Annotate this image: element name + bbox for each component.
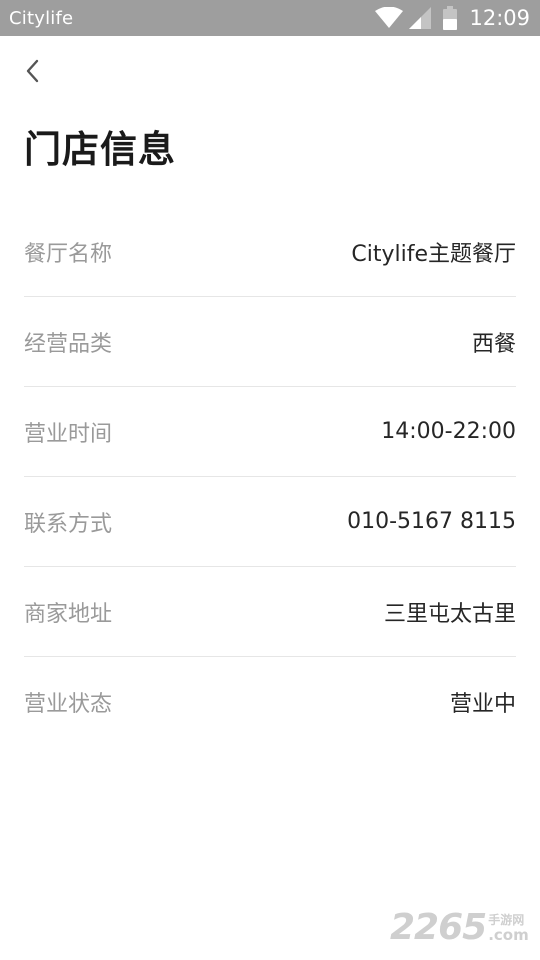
info-value: 营业中 xyxy=(449,692,516,717)
back-button[interactable] xyxy=(14,53,50,89)
status-bar-indicators: 12:09 xyxy=(375,6,530,30)
info-row-business-hours: 营业时间 14:00-22:00 xyxy=(24,387,516,477)
watermark-domain: .com xyxy=(488,926,529,944)
page-title: 门店信息 xyxy=(24,128,176,171)
info-label: 营业时间 xyxy=(24,421,113,447)
watermark-number: 2265 xyxy=(390,907,487,948)
store-info-list: 餐厅名称 Citylife主题餐厅 经营品类 西餐 营业时间 14:00-22:… xyxy=(24,207,516,747)
wifi-icon xyxy=(375,7,404,29)
info-row-restaurant-name: 餐厅名称 Citylife主题餐厅 xyxy=(24,207,516,297)
info-label: 商家地址 xyxy=(24,601,113,627)
info-label: 联系方式 xyxy=(24,511,113,537)
info-label: 营业状态 xyxy=(24,692,113,717)
battery-icon xyxy=(443,6,458,30)
info-row-address: 商家地址 三里屯太古里 xyxy=(24,567,516,657)
info-label: 餐厅名称 xyxy=(24,241,113,267)
info-value: 010-5167 8115 xyxy=(347,509,516,534)
info-value: Citylife主题餐厅 xyxy=(351,241,516,267)
info-value: 三里屯太古里 xyxy=(383,601,516,627)
chevron-left-icon xyxy=(26,59,39,83)
signal-icon xyxy=(409,7,432,29)
status-bar-app-name: Citylife xyxy=(9,7,74,29)
watermark-side: 手游网 .com xyxy=(488,913,529,943)
info-label: 经营品类 xyxy=(24,331,113,357)
status-bar: Citylife 12:09 xyxy=(0,0,540,36)
watermark-logo: 2265 手游网 .com xyxy=(390,906,534,950)
info-value: 14:00-22:00 xyxy=(381,419,516,444)
info-row-category: 经营品类 西餐 xyxy=(24,297,516,387)
info-row-contact: 联系方式 010-5167 8115 xyxy=(24,477,516,567)
status-bar-clock: 12:09 xyxy=(469,6,530,30)
info-row-status: 营业状态 营业中 xyxy=(24,657,516,747)
info-value: 西餐 xyxy=(471,331,516,357)
